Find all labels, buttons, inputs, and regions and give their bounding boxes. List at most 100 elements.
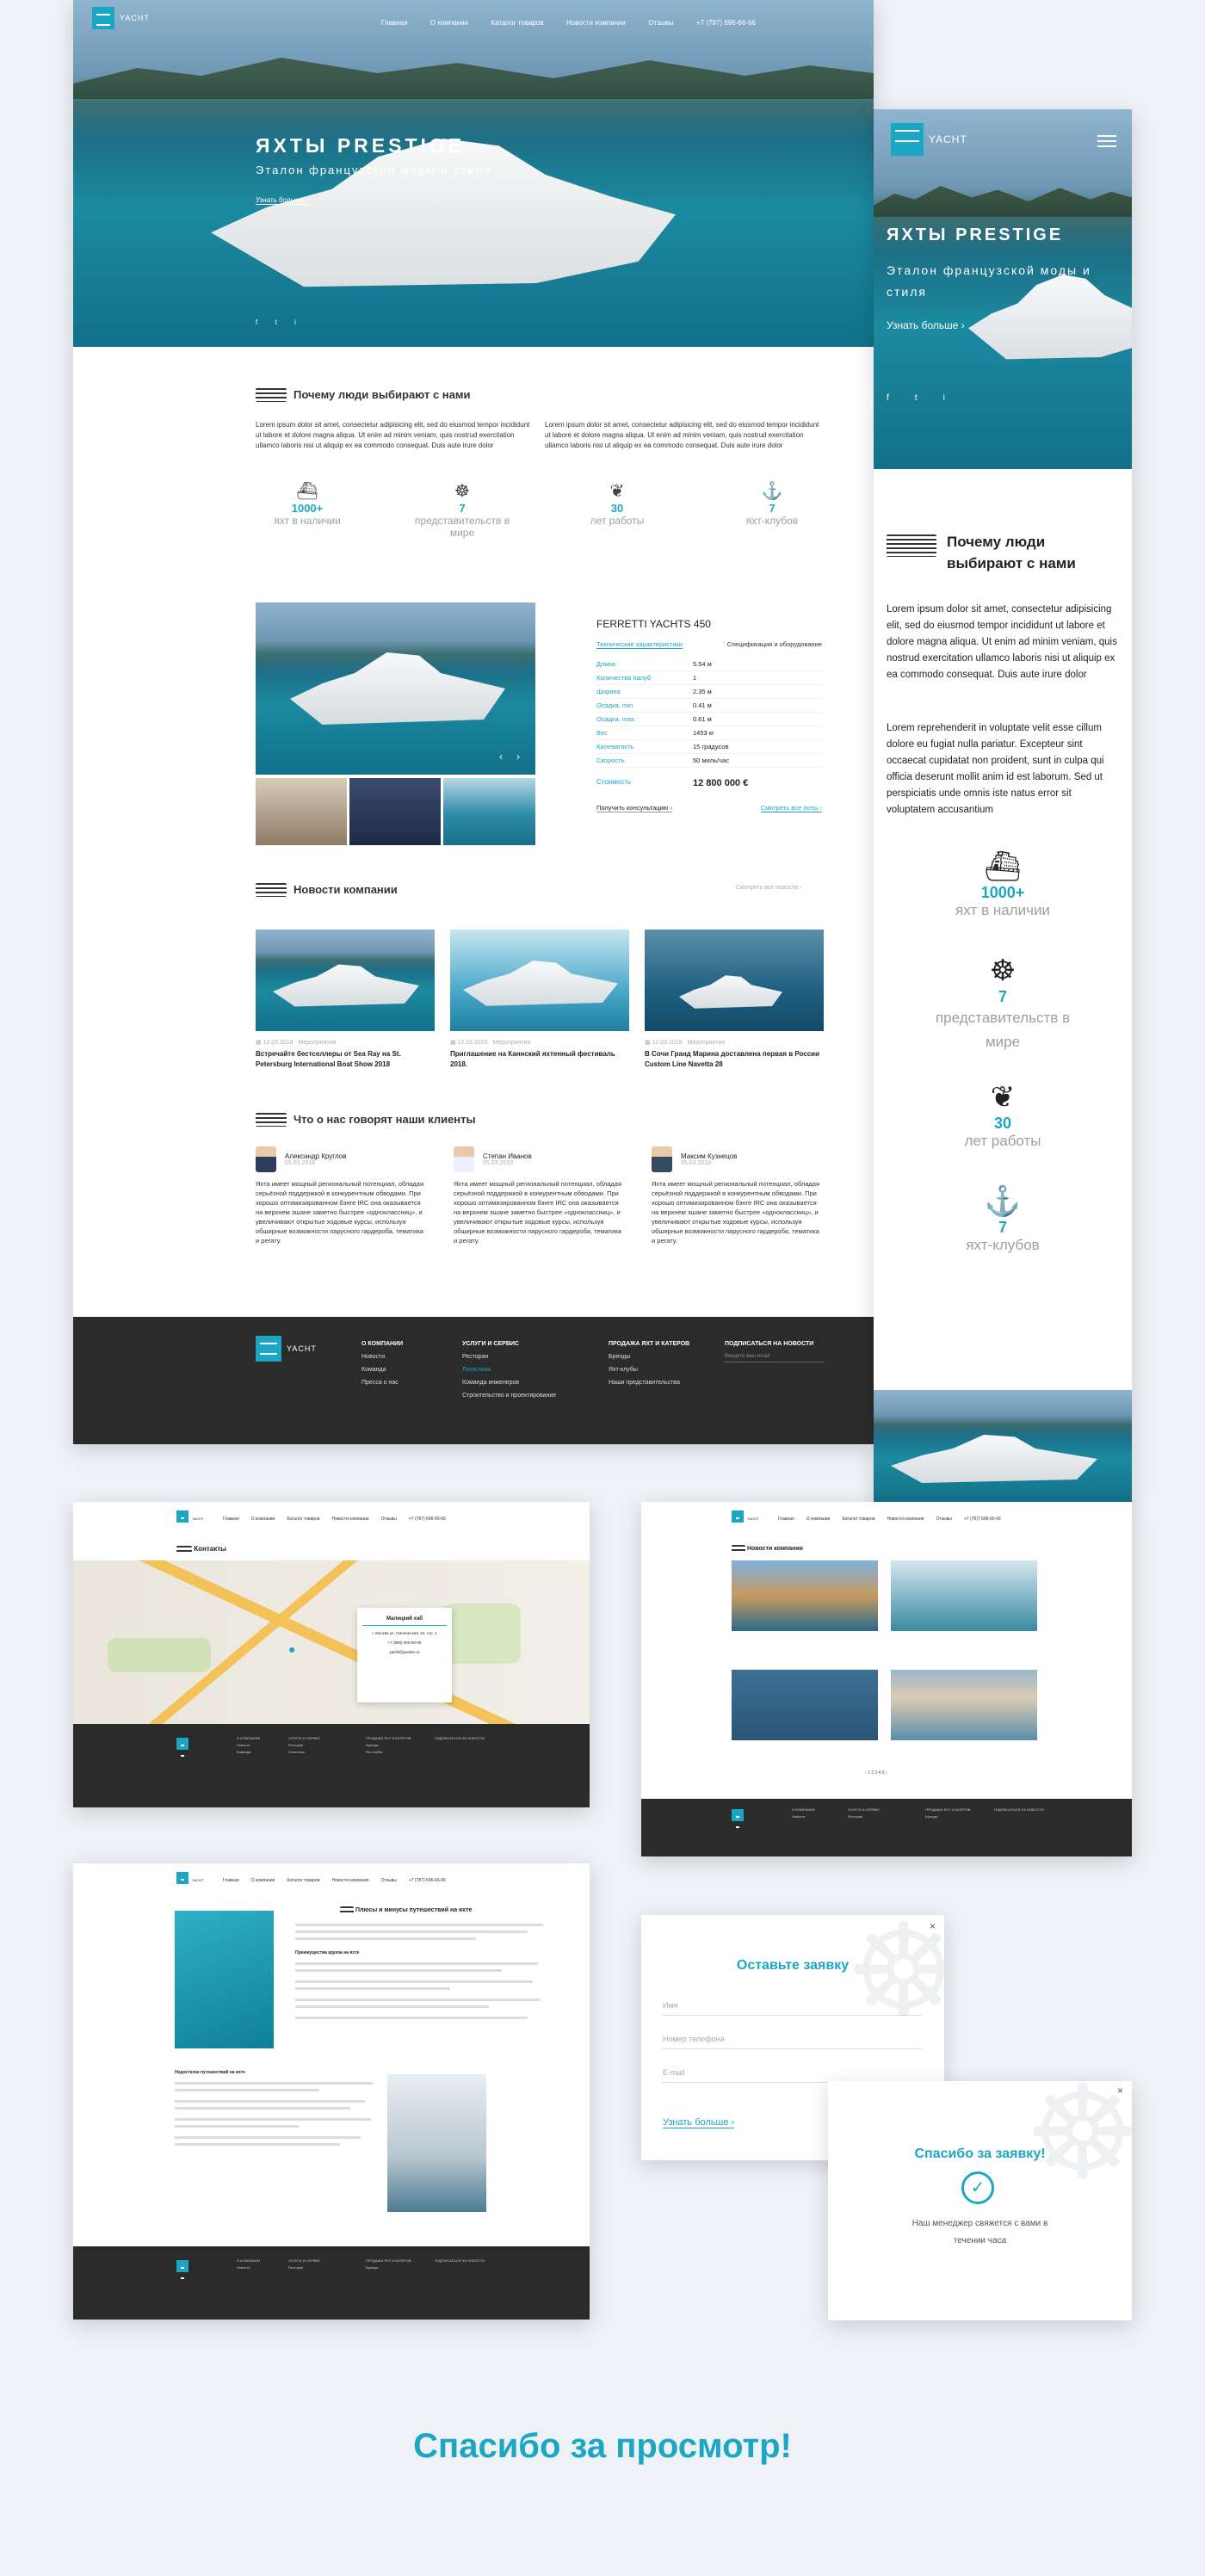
nav-catalog[interactable]: Каталог товаров <box>491 19 543 27</box>
facebook-icon[interactable]: f <box>887 393 889 403</box>
nav-phone[interactable]: +7 (787) 696-66-66 <box>696 19 756 27</box>
stat-clubs: ⚓ 7 яхт-клубов <box>874 1184 1132 1254</box>
waves-icon <box>256 1112 287 1127</box>
contacts-map[interactable]: ● Малицкий хаб г. Москва ул. Смоленская,… <box>73 1560 590 1724</box>
anchor-icon: ⚓ <box>761 482 783 501</box>
ship-icon: ⛴ <box>984 850 1022 883</box>
why-header: Почему люди выбирают с нами <box>256 387 470 403</box>
name-input[interactable]: Имя <box>663 2001 921 2016</box>
thanks-title: Спасибо за заявку! <box>914 2147 1046 2161</box>
why-text-col2: Lorem ipsum dolor sit amet, consectetur … <box>545 421 819 449</box>
close-icon[interactable]: × <box>930 1920 936 1932</box>
news-thumb[interactable] <box>732 1670 878 1740</box>
mobile-bottom-image <box>874 1390 1132 1504</box>
product-main-image: ‹ › <box>256 602 535 775</box>
mobile-why-header: Почему люди выбирают с нами <box>887 531 1097 574</box>
nav-news[interactable]: Новости компании <box>566 19 626 27</box>
mini-footer: О КОМПАНИИ Новости Команда УСЛУГИ И СЕРВИС… <box>73 1724 590 1807</box>
footer-col-subscribe: ПОДПИСАТЬСЯ НА НОВОСТИ Введите ваш email <box>725 1341 824 1362</box>
news-thumb[interactable] <box>891 1560 1037 1631</box>
closing-title: Спасибо за просмотр! <box>413 2427 792 2465</box>
slider-next-icon[interactable]: › <box>516 751 520 763</box>
calendar-icon: ▦ <box>256 1040 263 1046</box>
helm-icon: ☸ <box>454 482 470 501</box>
logo-icon <box>92 7 114 29</box>
news-thumb[interactable] <box>732 1560 878 1631</box>
news-all-link[interactable]: Смотреть все новости › <box>736 885 801 891</box>
waves-icon <box>256 882 287 897</box>
news-list-page: YACHT Главная О компании Каталог товаров Но… <box>641 1502 1132 1856</box>
review-card: Максим Кузнецов 05.03.2018 Яхта имеет мощ… <box>652 1146 824 1245</box>
consult-link[interactable]: Получить консультацию › <box>596 804 672 812</box>
facebook-icon[interactable]: f <box>256 318 257 326</box>
footer-col-about: О КОМПАНИИ Новости Команда Пресса о нас <box>362 1341 404 1386</box>
price-value: 12 800 000 € <box>693 778 749 788</box>
nav-reviews[interactable]: Отзывы <box>648 19 673 27</box>
hero-title: ЯХТЫ PRESTIGE <box>256 134 466 157</box>
contacts-card: Малицкий хаб г. Москва ул. Смоленская, 3… <box>357 1608 452 1702</box>
news-title[interactable]: В Сочи Гранд Марина доставлена первая в … <box>645 1049 824 1070</box>
logo[interactable]: YACHT <box>92 7 150 29</box>
stat-offices: ☸ 7 представительств в мире <box>411 480 514 539</box>
tab-specs[interactable]: Технические характеристики <box>596 640 683 649</box>
thanks-text: Наш менеджер свяжется с вами в течении ч… <box>911 2219 1048 2246</box>
twitter-icon[interactable]: t <box>275 318 276 326</box>
menu-icon[interactable] <box>1097 135 1116 147</box>
stat-years: ❦ 30 лет работы <box>565 480 669 539</box>
instagram-icon[interactable]: i <box>294 318 296 326</box>
mini-header: YACHT Главная О компании Каталог товаров Но… <box>732 1509 1013 1529</box>
spec-row: Осадка, min 0.41 м <box>596 699 822 713</box>
price-label: Стоимость <box>596 778 632 786</box>
spec-row: Длина 5.54 м <box>596 658 822 671</box>
instagram-icon[interactable]: i <box>943 393 945 403</box>
pagination[interactable]: ‹ 1 2 3 4 5 › <box>865 1770 887 1776</box>
news-card[interactable]: ▦ 12.03.2018 Мероприятия Приглашение на … <box>450 930 629 1070</box>
tab-equipment[interactable]: Спецификация и оборудование <box>727 640 822 649</box>
check-icon: ✓ <box>961 2171 994 2204</box>
avatar <box>652 1146 672 1172</box>
desktop-homepage: YACHT Главная О компании Каталог товаров… <box>73 0 874 1444</box>
all-lots-link[interactable]: Смотреть все лоты › <box>760 804 822 812</box>
product-thumb-3[interactable] <box>443 778 535 845</box>
footer-col-sales: ПРОДАЖА ЯХТ И КАТЕРОВ Бренды Яхт-клубы Н… <box>609 1341 690 1386</box>
close-icon[interactable]: × <box>1117 2085 1123 2097</box>
form-submit-button[interactable]: Узнать больше › <box>663 2117 735 2128</box>
nav-about[interactable]: О компании <box>430 19 468 27</box>
news-card[interactable]: ▦ 12.03.2018 Мероприятия Встречайте бест… <box>256 930 435 1070</box>
map-pin-icon[interactable]: ● <box>288 1642 295 1656</box>
slider-prev-icon[interactable]: ‹ <box>499 751 503 763</box>
mobile-logo[interactable]: YACHT <box>891 123 967 156</box>
mobile-stats: ⛴ 1000+ яхт в наличии ☸ 7 представительств в… <box>874 849 1132 1254</box>
news-header: Новости компании <box>256 882 398 898</box>
ship-icon: ⛴ <box>296 482 318 501</box>
news-title[interactable]: Встречайте бестселлеры от Sea Ray на St.… <box>256 1049 435 1070</box>
footer-col-services: УСЛУГИ И СЕРВИС Ресторан Логистика Коман… <box>462 1341 557 1399</box>
form-title: Оставьте заявку <box>736 1958 850 1973</box>
footer-logo[interactable]: YACHT <box>256 1336 317 1362</box>
stat-yachts: ⛴ 1000+ яхт в наличии <box>874 849 1132 919</box>
hero-subtitle: Эталон французской моды и стиля <box>256 164 492 176</box>
social-links: f t i <box>256 318 296 326</box>
nav-home[interactable]: Главная <box>381 19 407 27</box>
mini-header: YACHT Главная О компании Каталог товаров Но… <box>176 1870 458 1891</box>
avatar <box>454 1146 474 1172</box>
review-card: Александр Круглов 05.03.2018 Яхта имеет м… <box>256 1146 428 1245</box>
phone-input[interactable]: Номер телефона <box>663 2035 921 2049</box>
spec-row: Килеватость 15 градусов <box>596 740 822 754</box>
twitter-icon[interactable]: t <box>915 393 918 403</box>
helm-icon: ☸ <box>989 954 1017 987</box>
hero-more-link[interactable]: Узнать больше › <box>256 196 308 205</box>
product-thumb-1[interactable] <box>256 778 347 845</box>
product-thumb-2[interactable] <box>349 778 441 845</box>
stat-offices: ☸ 7 представительств в мире <box>874 954 1132 1054</box>
news-title[interactable]: Приглашение на Каннский яхтенный фестива… <box>450 1049 629 1070</box>
news-card[interactable]: ▦ 12.03.2018 Мероприятия В Сочи Гранд Ма… <box>645 930 824 1070</box>
waves-icon <box>256 387 287 402</box>
news-grid: ▦ 12.03.2018 Мероприятия Встречайте бест… <box>256 930 824 1070</box>
subscribe-input[interactable]: Введите ваш email <box>725 1354 824 1362</box>
article-body-1: Преимущества круиза на яхте <box>295 1924 553 2023</box>
stat-clubs: ⚓ 7 яхт-клубов <box>720 480 824 539</box>
spec-row: Вес 1453 кг <box>596 726 822 740</box>
news-thumb[interactable] <box>891 1670 1037 1740</box>
mobile-social: fti <box>887 393 945 403</box>
